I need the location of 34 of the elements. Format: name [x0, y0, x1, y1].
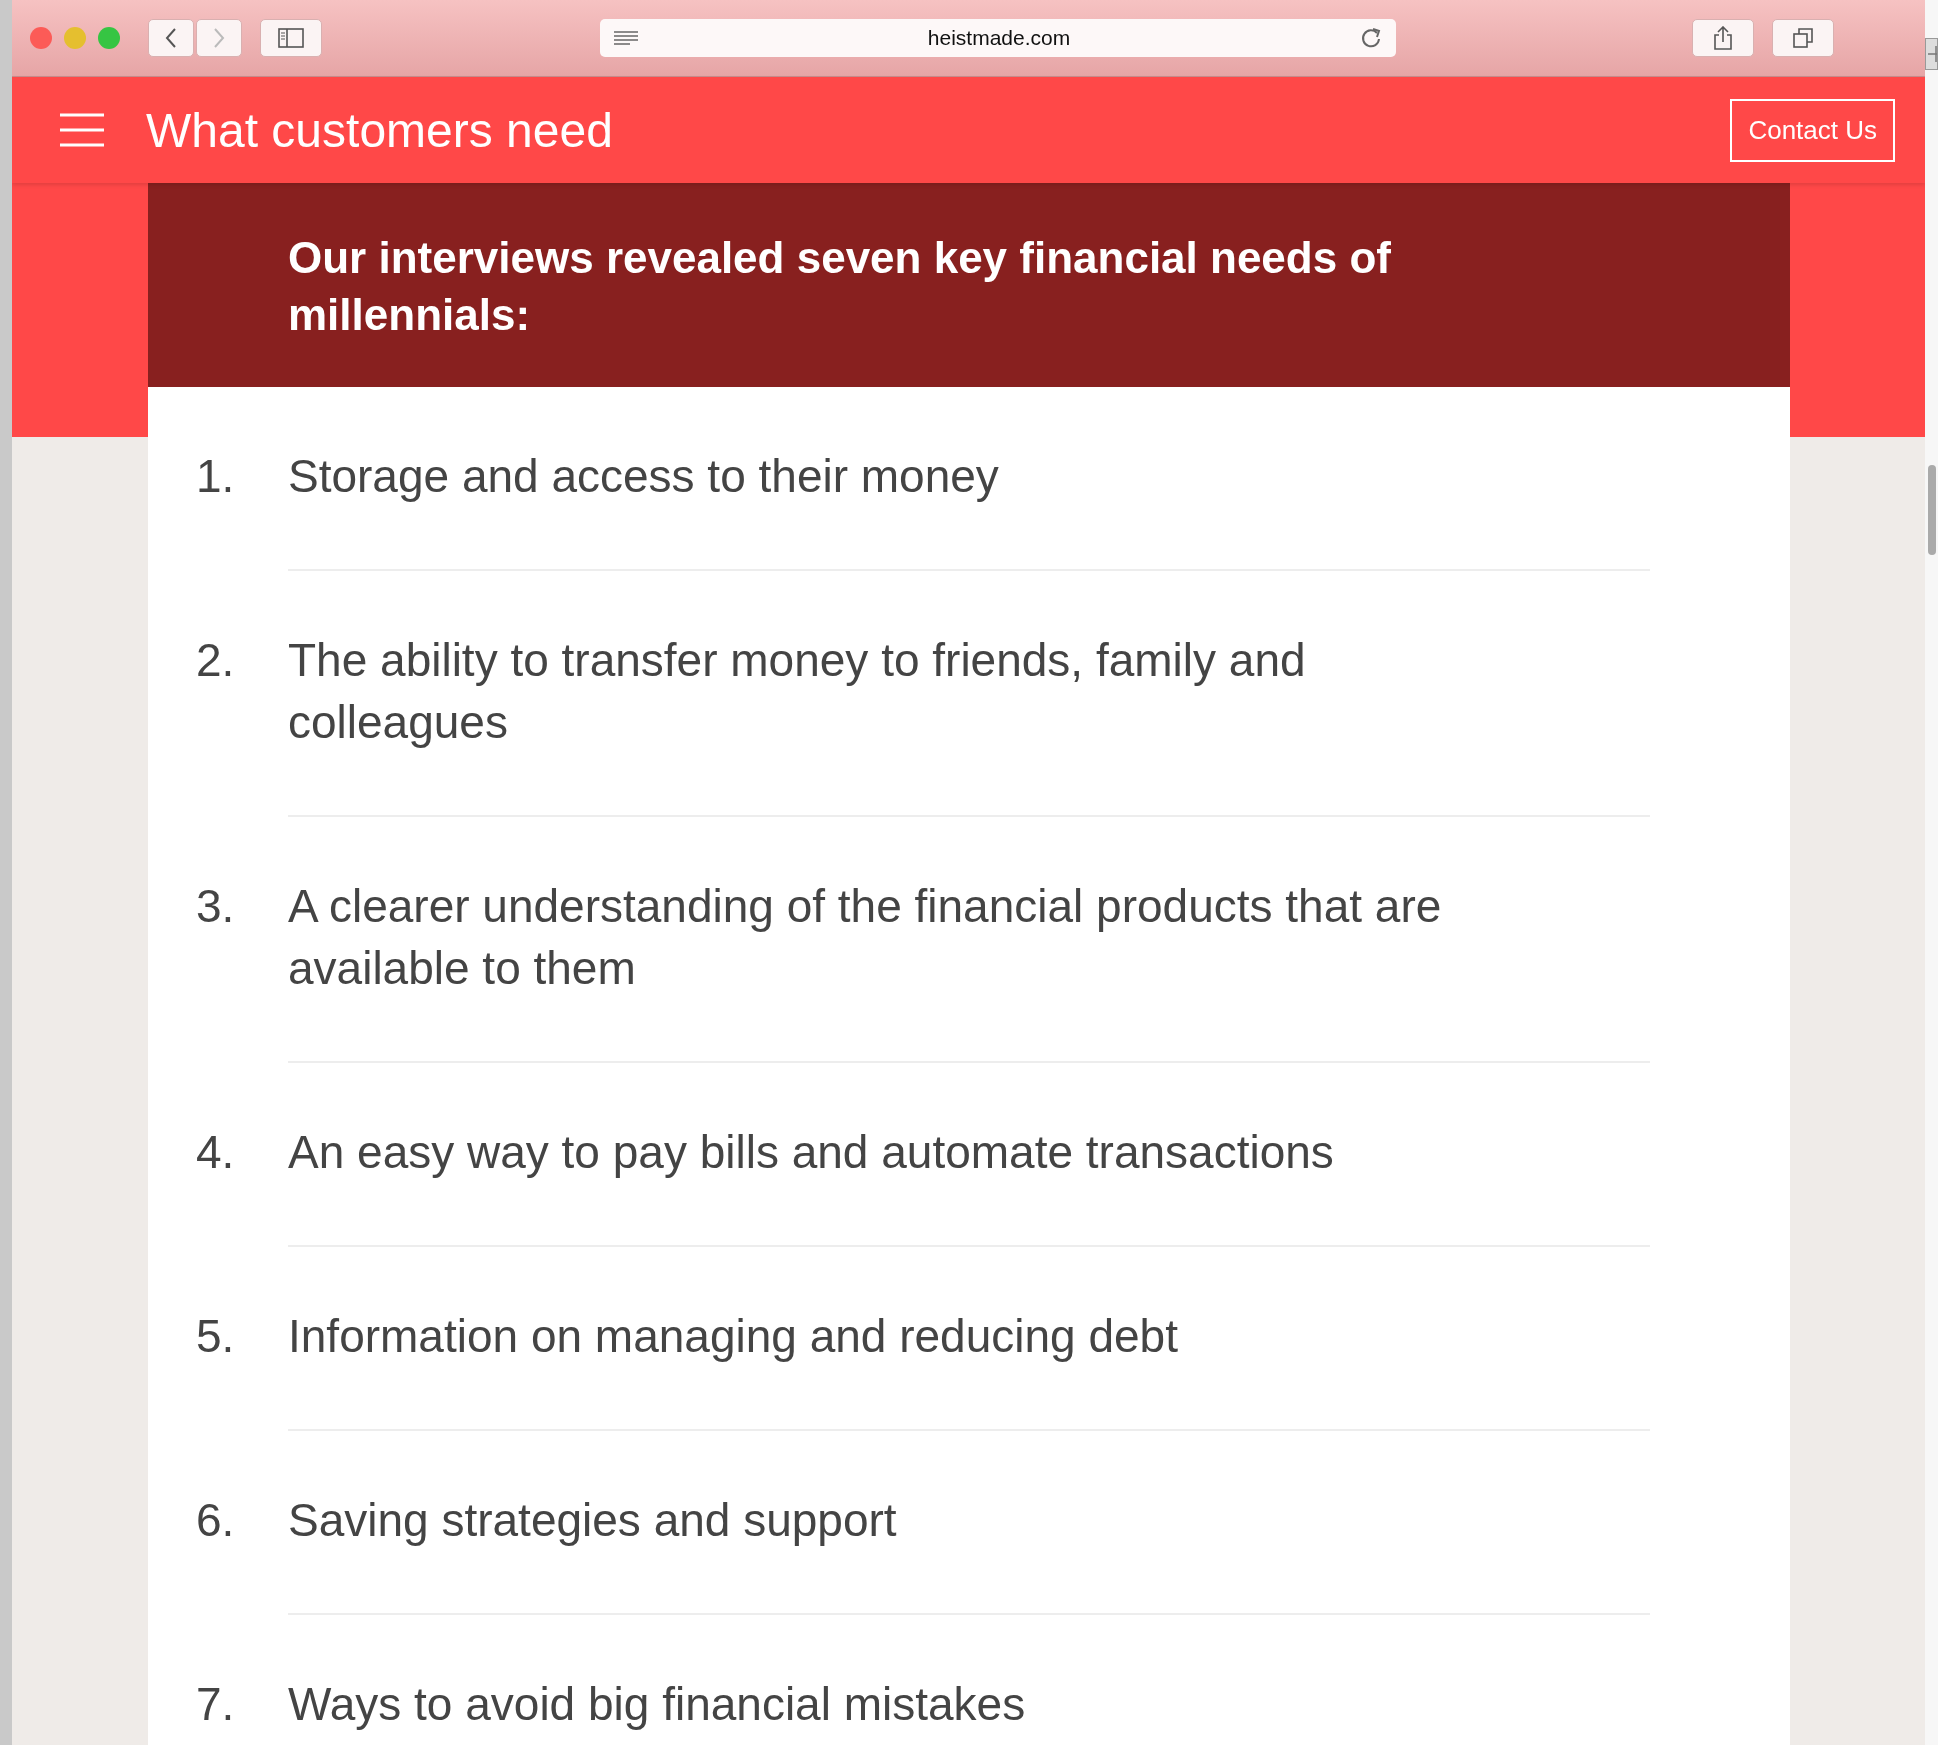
- sidebar-icon: [278, 28, 304, 48]
- menu-icon[interactable]: [60, 113, 104, 147]
- item-text: The ability to transfer money to friends, family and colleagues: [288, 633, 1307, 750]
- new-tab-button[interactable]: [1925, 38, 1938, 70]
- item-text: Ways to avoid big financial mistakes: [288, 1677, 1026, 1732]
- item-number: 4.: [196, 1125, 236, 1180]
- tabs-icon: [1792, 27, 1814, 49]
- item-number: 2.: [196, 633, 236, 688]
- tabs-button[interactable]: [1772, 19, 1834, 57]
- close-icon[interactable]: [30, 27, 52, 49]
- forward-button[interactable]: [196, 19, 242, 57]
- item-text: Information on managing and reducing debt: [288, 1309, 1178, 1364]
- scrollbar-thumb[interactable]: [1927, 465, 1936, 555]
- reader-icon[interactable]: [614, 30, 638, 46]
- item-number: 5.: [196, 1309, 236, 1364]
- item-number: 1.: [196, 449, 236, 504]
- back-button[interactable]: [148, 19, 194, 57]
- address-bar[interactable]: heistmade.com: [600, 19, 1396, 57]
- item-number: 7.: [196, 1677, 236, 1732]
- share-button[interactable]: [1692, 19, 1754, 57]
- share-icon: [1713, 26, 1733, 50]
- item-number: 3.: [196, 879, 236, 934]
- item-number: 6.: [196, 1493, 236, 1548]
- chevron-left-icon: [164, 27, 178, 49]
- item-text: An easy way to pay bills and automate transactions: [288, 1125, 1334, 1180]
- sidebar-button[interactable]: [260, 19, 322, 57]
- item-text: Storage and access to their money: [288, 449, 999, 504]
- card-heading: Our interviews revealed seven key financial needs of millennials:: [288, 232, 1392, 341]
- reload-icon[interactable]: [1360, 27, 1382, 49]
- item-text: Saving strategies and support: [288, 1493, 897, 1548]
- chevron-right-icon: [212, 27, 226, 49]
- url-text: heistmade.com: [926, 26, 1072, 50]
- item-text: A clearer understanding of the financial products that are available to them: [288, 879, 1443, 996]
- page-title: What customers need: [146, 102, 614, 158]
